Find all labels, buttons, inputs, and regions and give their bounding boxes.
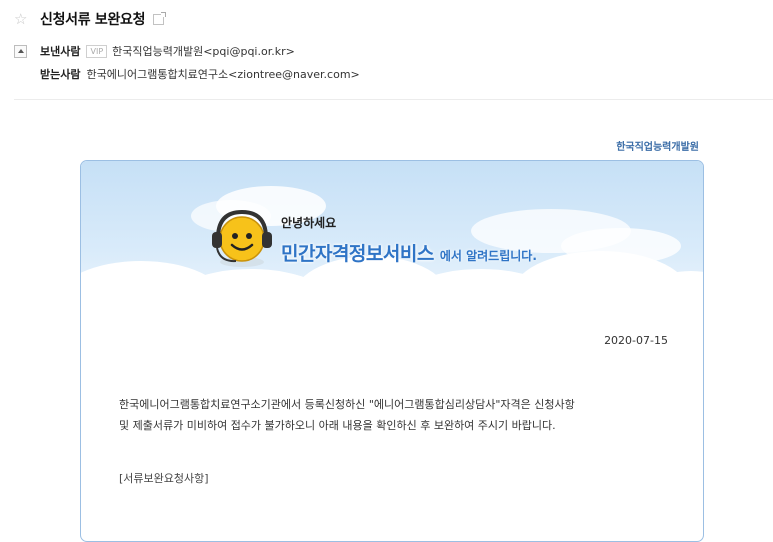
sender-row: 보낸사람 VIP 한국직업능력개발원<pqi@pqi.or.kr> (14, 42, 295, 60)
recipient-address[interactable]: 한국에니어그램통합치료연구소<ziontree@naver.com> (86, 66, 359, 82)
org-logo-text: 한국직업능력개발원 (616, 142, 699, 153)
smiley-icon (212, 209, 272, 267)
service-suffix: 에서 알려드립니다. (439, 249, 537, 263)
recipient-label: 받는사람 (40, 68, 81, 81)
recipient-row: 받는사람 한국에니어그램통합치료연구소<ziontree@naver.com> (40, 65, 360, 83)
section-title: [서류보완요청사항] (119, 472, 209, 485)
notice-date: 2020-07-15 (604, 334, 668, 347)
service-name: 민간자격정보서비스 (281, 243, 434, 265)
notice-body: 한국에니어그램통합치료연구소기관에서 등록신청하신 "에니어그램통합심리상담사"… (119, 394, 679, 436)
toggle-icon[interactable] (14, 44, 27, 58)
star-icon[interactable]: ☆ (14, 11, 32, 27)
body-line: 한국에니어그램통합치료연구소기관에서 등록신청하신 "에니어그램통합심리상담사"… (119, 398, 575, 411)
popout-icon[interactable] (153, 11, 167, 25)
header-divider (14, 99, 773, 100)
service-headline: 민간자격정보서비스 에서 알려드립니다. (281, 239, 537, 266)
sender-address[interactable]: 한국직업능력개발원<pqi@pqi.or.kr> (112, 43, 295, 59)
greeting-text: 안녕하세요 (281, 216, 337, 230)
sender-label: 보낸사람 (40, 45, 81, 58)
message-card: 안녕하세요 민간자격정보서비스 에서 알려드립니다. 2020-07-15 한국에… (80, 160, 704, 542)
subject-row: ☆ 신청서류 보완요청 (14, 9, 167, 29)
email-subject: 신청서류 보완요청 (40, 12, 146, 28)
body-line: 및 제출서류가 미비하여 접수가 불가하오니 아래 내용을 확인하신 후 보완하… (119, 419, 556, 432)
vip-badge: VIP (86, 44, 108, 58)
